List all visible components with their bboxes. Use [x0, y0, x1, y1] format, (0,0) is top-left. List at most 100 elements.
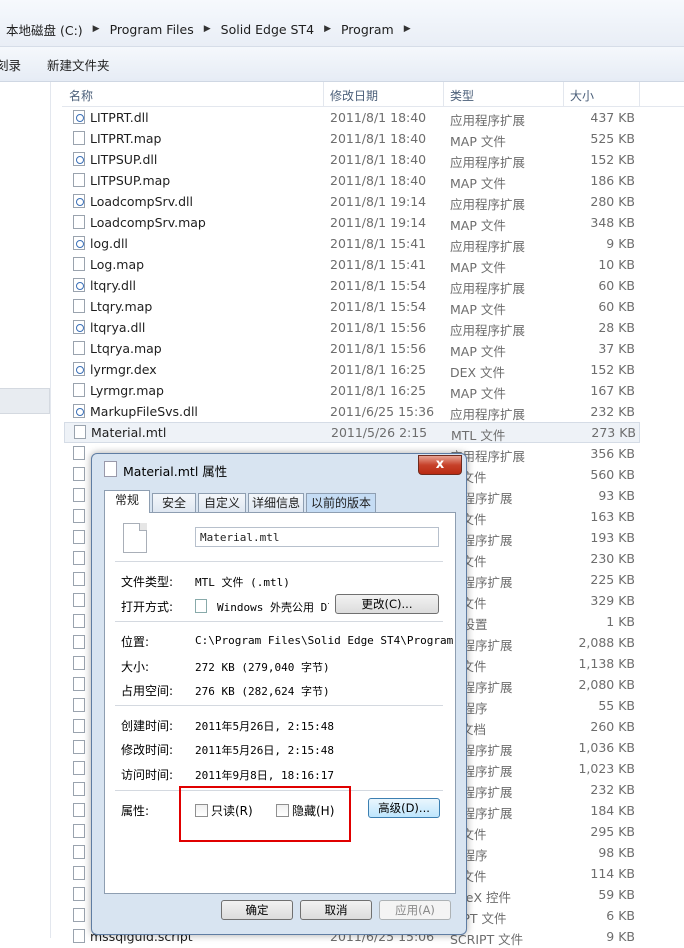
file-name-input[interactable]: Material.mtl — [195, 527, 439, 547]
file-date: 2011/8/1 16:25 — [330, 383, 427, 398]
divider — [115, 621, 443, 622]
column-type[interactable]: 类型 — [450, 87, 474, 104]
file-icon — [73, 866, 85, 880]
column-size[interactable]: 大小 — [570, 87, 594, 104]
file-size: 163 KB — [590, 509, 635, 524]
file-row[interactable]: log.dll 2011/8/1 15:41 应用程序扩展 9 KB — [62, 233, 684, 254]
file-name: LITPRT.dll — [90, 110, 149, 125]
file-icon — [73, 362, 85, 376]
file-name: MarkupFileSvs.dll — [90, 404, 198, 419]
advanced-button[interactable]: 高级(D)... — [368, 798, 440, 818]
file-row[interactable]: ltqry.dll 2011/8/1 15:54 应用程序扩展 60 KB — [62, 275, 684, 296]
column-divider[interactable] — [639, 82, 640, 106]
crumb-solid-edge[interactable]: Solid Edge ST4 — [215, 22, 320, 37]
file-icon — [73, 719, 85, 733]
file-row[interactable]: Lyrmgr.map 2011/8/1 16:25 MAP 文件 167 KB — [62, 380, 684, 401]
column-divider[interactable] — [323, 82, 324, 106]
file-size: 9 KB — [606, 929, 635, 944]
file-date: 2011/5/26 2:15 — [331, 425, 428, 440]
file-row[interactable]: LITPSUP.dll 2011/8/1 18:40 应用程序扩展 152 KB — [62, 149, 684, 170]
dialog-titlebar[interactable]: Material.mtl 属性 x — [92, 454, 466, 484]
file-size: 98 KB — [598, 845, 635, 860]
apply-button[interactable]: 应用(A) — [379, 900, 451, 920]
file-date: 2011/8/1 16:25 — [330, 362, 427, 377]
file-size: 167 KB — [590, 383, 635, 398]
tab-previous-versions[interactable]: 以前的版本 — [306, 493, 376, 512]
ok-button[interactable]: 确定 — [221, 900, 293, 920]
file-type: MAP 文件 — [450, 176, 506, 191]
nav-selected-item[interactable] — [0, 388, 50, 414]
accessed-value: 2011年9月8日, 18:16:17 — [195, 769, 334, 782]
chevron-right-icon[interactable]: ▶ — [320, 24, 335, 34]
column-header: 名称 修改日期 类型 大小 — [62, 82, 684, 107]
column-name[interactable]: 名称 — [69, 87, 93, 104]
file-icon — [74, 425, 86, 439]
file-icon — [73, 572, 85, 586]
file-icon — [73, 404, 85, 418]
file-icon — [73, 635, 85, 649]
disk-size-label: 占用空间: — [121, 684, 174, 698]
file-name: Ltqrya.map — [90, 341, 162, 356]
file-icon — [73, 677, 85, 691]
file-size: 225 KB — [590, 572, 635, 587]
file-name: LoadcompSrv.dll — [90, 194, 193, 209]
navigation-pane[interactable] — [0, 82, 51, 938]
file-size: 59 KB — [598, 887, 635, 902]
file-icon — [73, 173, 85, 187]
change-button[interactable]: 更改(C)... — [335, 594, 439, 614]
file-row[interactable]: Log.map 2011/8/1 15:41 MAP 文件 10 KB — [62, 254, 684, 275]
file-row[interactable]: MarkupFileSvs.dll 2011/6/25 15:36 应用程序扩展 23… — [62, 401, 684, 422]
file-row[interactable]: LITPSUP.map 2011/8/1 18:40 MAP 文件 186 KB — [62, 170, 684, 191]
file-size: 55 KB — [598, 698, 635, 713]
file-row[interactable]: LITPRT.map 2011/8/1 18:40 MAP 文件 525 KB — [62, 128, 684, 149]
burn-button[interactable]: 刻录 — [0, 55, 21, 74]
file-type: MAP 文件 — [450, 218, 506, 233]
app-icon — [195, 599, 207, 613]
file-row[interactable]: Ltqrya.map 2011/8/1 15:56 MAP 文件 37 KB — [62, 338, 684, 359]
tab-general[interactable]: 常规 — [104, 490, 150, 513]
file-size: 60 KB — [598, 299, 635, 314]
file-name: Log.map — [90, 257, 145, 272]
file-icon — [73, 257, 85, 271]
crumb-program[interactable]: Program — [335, 22, 400, 37]
column-divider[interactable] — [443, 82, 444, 106]
file-size: 1,023 KB — [578, 761, 635, 776]
tab-custom[interactable]: 自定义 — [198, 493, 246, 512]
close-icon[interactable]: x — [418, 455, 462, 475]
column-divider[interactable] — [563, 82, 564, 106]
file-row[interactable]: LoadcompSrv.map 2011/8/1 19:14 MAP 文件 348 K… — [62, 212, 684, 233]
crumb-program-files[interactable]: Program Files — [104, 22, 200, 37]
file-name: LoadcompSrv.map — [90, 215, 206, 230]
chevron-right-icon[interactable]: ▶ — [200, 24, 215, 34]
file-size: 232 KB — [590, 404, 635, 419]
file-row[interactable]: ltqrya.dll 2011/8/1 15:56 应用程序扩展 28 KB — [62, 317, 684, 338]
file-icon — [73, 614, 85, 628]
file-date: 2011/8/1 18:40 — [330, 131, 427, 146]
file-date: 2011/8/1 18:40 — [330, 173, 427, 188]
file-type: 应用程序扩展 — [450, 113, 526, 128]
crumb-drive[interactable]: 本地磁盘 (C:) — [0, 20, 89, 39]
file-size: 152 KB — [590, 152, 635, 167]
file-row[interactable]: lyrmgr.dex 2011/8/1 16:25 DEX 文件 152 KB — [62, 359, 684, 380]
file-icon — [73, 698, 85, 712]
file-row[interactable]: LoadcompSrv.dll 2011/8/1 19:14 应用程序扩展 280 K… — [62, 191, 684, 212]
new-folder-button[interactable]: 新建文件夹 — [47, 55, 110, 74]
chevron-right-icon[interactable]: ▶ — [400, 24, 415, 34]
chevron-right-icon[interactable]: ▶ — [89, 24, 104, 34]
highlight-box — [179, 786, 351, 842]
file-icon — [73, 761, 85, 775]
file-row[interactable]: LITPRT.dll 2011/8/1 18:40 应用程序扩展 437 KB — [62, 107, 684, 128]
file-size: 437 KB — [590, 110, 635, 125]
file-size: 93 KB — [598, 488, 635, 503]
tab-details[interactable]: 详细信息 — [248, 493, 304, 512]
file-type: MAP 文件 — [450, 302, 506, 317]
file-size: 295 KB — [590, 824, 635, 839]
file-row[interactable]: Material.mtl 2011/5/26 2:15 MTL 文件 273 KB — [64, 422, 640, 443]
cancel-button[interactable]: 取消 — [300, 900, 372, 920]
tab-security[interactable]: 安全 — [152, 493, 196, 512]
created-label: 创建时间: — [121, 719, 174, 733]
column-date[interactable]: 修改日期 — [330, 87, 378, 104]
address-bar[interactable]: 本地磁盘 (C:) ▶ Program Files ▶ Solid Edge ST4… — [0, 0, 684, 47]
file-row[interactable]: Ltqry.map 2011/8/1 15:54 MAP 文件 60 KB — [62, 296, 684, 317]
file-name: LITPSUP.dll — [90, 152, 158, 167]
